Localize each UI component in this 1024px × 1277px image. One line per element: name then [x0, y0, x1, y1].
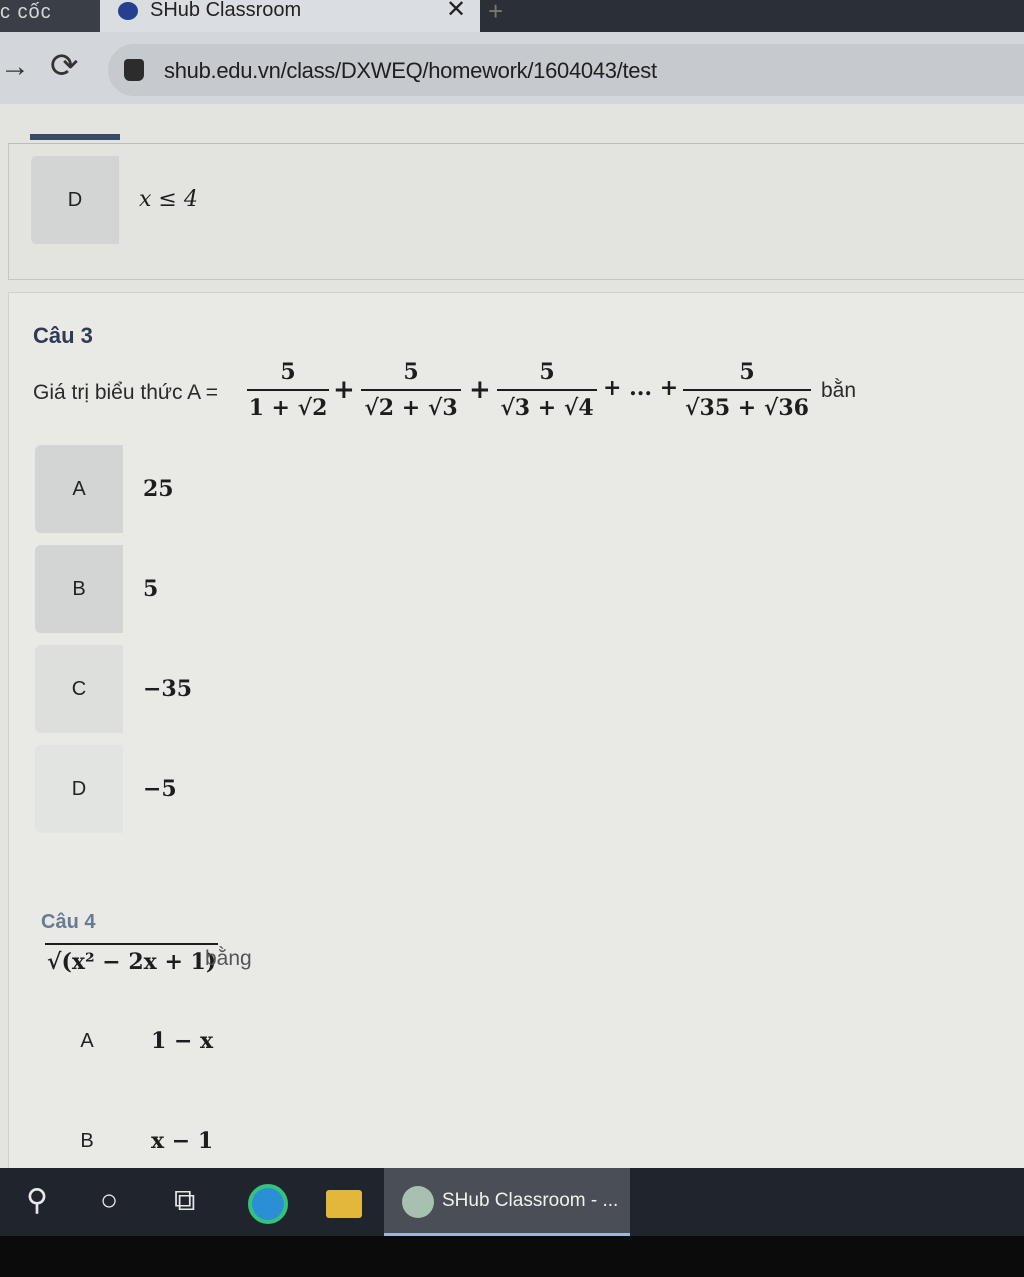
option-value: −35 [143, 676, 193, 702]
file-explorer-icon[interactable] [326, 1190, 362, 1218]
answer-option-a[interactable]: A 25 [35, 445, 995, 533]
option-value: 5 [143, 576, 159, 602]
fraction-denominator: √2 + √3 [364, 395, 458, 421]
plus-sign: + [469, 375, 491, 405]
tab-shub-classroom[interactable]: SHub Classroom ✕ [100, 0, 480, 32]
option-letter: B [35, 545, 123, 633]
answer-option-d[interactable]: D x ≤ 4 [31, 156, 1024, 244]
question-4-expression: √(x² − 2x + 1) [45, 943, 219, 975]
fraction-numerator: 5 [539, 359, 555, 385]
answer-option-b[interactable]: B 5 [35, 545, 995, 633]
question-stem-suffix: bằn [821, 379, 857, 402]
option-value: 25 [143, 476, 174, 502]
lock-icon [124, 59, 144, 81]
option-letter: D [35, 745, 123, 833]
tab-previous[interactable]: c cốc [0, 0, 100, 32]
forward-arrow-icon[interactable]: → [0, 50, 30, 84]
edge-browser-icon[interactable] [248, 1184, 288, 1224]
answer-option-d[interactable]: D −5 [35, 745, 995, 833]
fraction-bar [247, 389, 329, 391]
page-content: D x ≤ 4 Câu 3 Giá trị biểu thức A = 5 1 … [0, 104, 1024, 1168]
plus-sign: + [333, 375, 355, 405]
fraction-bar [497, 389, 597, 391]
question-card-previous: D x ≤ 4 [8, 144, 1024, 280]
option-value: x ≤ 4 [139, 187, 198, 212]
fraction-denominator: 1 + √2 [248, 395, 328, 421]
new-tab-icon[interactable]: + [488, 0, 503, 27]
shub-favicon-icon [118, 2, 138, 20]
fraction-2: 5 √2 + √3 [361, 357, 461, 423]
close-tab-icon[interactable]: ✕ [446, 0, 466, 22]
option-letter: B [80, 1130, 94, 1152]
question-title-4: Câu 4 [41, 911, 96, 933]
search-icon[interactable]: ⚲ [26, 1186, 48, 1216]
tab-title: SHub Classroom [150, 0, 302, 21]
fraction-bar [361, 389, 461, 391]
answer-option-b-q4[interactable]: B x − 1 [43, 1097, 993, 1168]
taskbar-app-shub[interactable]: SHub Classroom - ... [384, 1168, 630, 1236]
option-value: −5 [143, 776, 177, 802]
fraction-numerator: 5 [280, 359, 296, 385]
fraction-numerator: 5 [403, 359, 419, 385]
screen-bezel [0, 1236, 1024, 1277]
fraction-3: 5 √3 + √4 [497, 357, 597, 423]
option-letter: A [80, 1030, 94, 1052]
reload-icon[interactable]: ⟳ [50, 46, 79, 86]
browser-toolbar: → ⟳ shub.edu.vn/class/DXWEQ/homework/160… [0, 32, 1024, 104]
browser-app-icon [402, 1186, 434, 1218]
fraction-4: 5 √35 + √36 [683, 357, 811, 423]
question-title: Câu 3 [33, 323, 93, 348]
fraction-1: 5 1 + √2 [247, 357, 329, 423]
task-view-icon[interactable]: ⧉ [174, 1186, 195, 1216]
option-letter: A [35, 445, 123, 533]
answer-option-a-q4[interactable]: A 1 − x [43, 997, 993, 1085]
question-card-3: Câu 3 Giá trị biểu thức A = 5 1 + √2 + 5… [8, 292, 1024, 1168]
fraction-denominator: √35 + √36 [685, 395, 809, 421]
tab-bar: c cốc SHub Classroom ✕ + [0, 0, 1024, 32]
fraction-bar [683, 389, 811, 391]
question-stem-prefix: Giá trị biểu thức A = [33, 381, 219, 404]
fraction-numerator: 5 [739, 359, 755, 385]
taskbar-app-label: SHub Classroom - ... [442, 1190, 619, 1211]
option-value: x − 1 [151, 1128, 214, 1154]
windows-taskbar: ⚲ ○ ⧉ SHub Classroom - ... [0, 1168, 1024, 1236]
ellipsis-terms: + ... + [603, 375, 679, 401]
question-4-suffix: bằng [205, 947, 252, 970]
answer-option-c[interactable]: C −35 [35, 645, 995, 733]
option-letter: D [31, 156, 119, 244]
cortana-icon[interactable]: ○ [100, 1186, 118, 1216]
fraction-denominator: √3 + √4 [500, 395, 594, 421]
address-bar[interactable]: shub.edu.vn/class/DXWEQ/homework/1604043… [108, 44, 1024, 96]
url-text[interactable]: shub.edu.vn/class/DXWEQ/homework/1604043… [164, 58, 657, 84]
progress-indicator [30, 134, 120, 140]
option-value: 1 − x [151, 1028, 214, 1054]
option-letter: C [35, 645, 123, 733]
